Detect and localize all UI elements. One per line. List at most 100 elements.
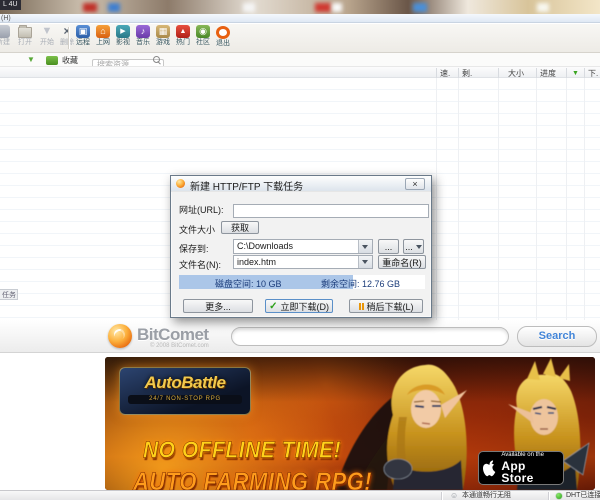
- column-size[interactable]: 大小: [508, 69, 524, 78]
- column-separator[interactable]: [584, 68, 585, 78]
- download-now-label: 立即下载(D): [280, 300, 329, 313]
- toolbar-label: 退出: [212, 40, 234, 48]
- more-button[interactable]: 更多...: [183, 299, 253, 313]
- column-download[interactable]: 下.: [588, 69, 598, 78]
- toolbar-label: 远程: [72, 39, 94, 47]
- url-field-wrap[interactable]: [233, 201, 429, 215]
- column-separator[interactable]: [536, 68, 537, 78]
- toolbar-label: 开始: [36, 39, 58, 47]
- collapsed-panel-tab[interactable]: 任务: [0, 289, 18, 300]
- ad-banner[interactable]: AutoBattle 24/7 NON-STOP RPG NO OFFLINE …: [105, 357, 595, 490]
- grid-line: [498, 78, 499, 320]
- toolbar-button-video[interactable]: ▶ 影视: [112, 25, 134, 47]
- autobattle-logo: AutoBattle 24/7 NON-STOP RPG: [119, 367, 251, 415]
- game-icon: ▦: [156, 25, 170, 38]
- dialog-title: 新建 HTTP/FTP 下载任务: [190, 178, 303, 193]
- favorites-icon[interactable]: [46, 56, 58, 65]
- app-store-badge[interactable]: Available on the App Store: [478, 451, 564, 485]
- toolbar-button-hot[interactable]: ▲ 热门: [172, 25, 194, 47]
- rename-button[interactable]: 重命名(R): [378, 255, 426, 269]
- search-icon[interactable]: [153, 56, 160, 63]
- status-separator: [441, 492, 443, 500]
- bitcomet-main-window: L 4U (H) 新建 打开 ▼ 开始 × 删除 ▣ 远程 ⌂ 上网: [0, 0, 600, 500]
- folder-history-button[interactable]: ...: [403, 239, 424, 254]
- saveto-combobox[interactable]: C:\Downloads: [233, 239, 373, 254]
- web-search-input[interactable]: [231, 327, 509, 346]
- column-progress[interactable]: 进度: [540, 69, 556, 78]
- remote-icon: ▣: [76, 25, 90, 38]
- web-search-box[interactable]: [231, 326, 509, 345]
- photo-block: [243, 3, 255, 12]
- search-button[interactable]: Search: [517, 326, 597, 347]
- column-separator[interactable]: [436, 68, 437, 78]
- dialog-bitcomet-icon: [176, 179, 185, 188]
- toolbar-label: 热门: [172, 39, 194, 47]
- toolbar-button-music[interactable]: ♪ 音乐: [132, 25, 154, 47]
- get-filesize-button[interactable]: 获取: [221, 221, 259, 234]
- column-separator[interactable]: [498, 68, 499, 78]
- menu-bar[interactable]: (H): [0, 14, 600, 23]
- grid-line: [584, 78, 585, 320]
- chevron-down-icon[interactable]: [358, 256, 372, 268]
- toolbar-button-game[interactable]: ▦ 游戏: [152, 25, 174, 47]
- toolbar-separator: [68, 27, 70, 49]
- video-icon: ▶: [116, 25, 130, 38]
- download-later-button[interactable]: 稍后下载(L): [349, 299, 423, 313]
- saveto-value: C:\Downloads: [237, 241, 293, 251]
- bitcomet-brand: BitComet: [137, 325, 209, 345]
- toolbar-button-open[interactable]: 打开: [14, 25, 36, 47]
- community-icon: ◉: [196, 25, 210, 38]
- menu-item-fragment[interactable]: (H): [1, 15, 11, 22]
- new-task-icon: [0, 25, 10, 38]
- column-separator[interactable]: [458, 68, 459, 78]
- dht-green-dot-icon: [556, 493, 562, 499]
- quick-search-box[interactable]: [92, 54, 164, 65]
- url-input[interactable]: [233, 204, 429, 218]
- apple-icon: [483, 459, 497, 477]
- disk-space-text: 磁盘空间: 10 GB: [215, 277, 282, 290]
- toolbar-label: 音乐: [132, 39, 154, 47]
- filename-combobox[interactable]: index.htm: [233, 255, 373, 269]
- exit-ring-icon: [216, 26, 230, 39]
- toolbar-label: 社区: [192, 39, 214, 47]
- download-arrow-icon[interactable]: ▼: [27, 56, 35, 64]
- toolbar-label: 打开: [14, 39, 36, 47]
- toolbar-button-home[interactable]: ⌂ 上网: [92, 25, 114, 47]
- photo-block: [537, 3, 549, 12]
- grid-line: [566, 78, 567, 320]
- new-task-dialog: 新建 HTTP/FTP 下载任务 × 网址(URL): 文件大小 获取 保存到:…: [170, 175, 432, 318]
- port-status-text: 本通道畅行无阻: [462, 491, 511, 500]
- dialog-title-bar[interactable]: 新建 HTTP/FTP 下载任务 ×: [171, 176, 431, 192]
- close-icon[interactable]: ×: [405, 178, 425, 190]
- free-space-text: 剩余空间: 12.76 GB: [321, 277, 400, 290]
- bitcomet-tagline: © 2008 BitComet.com: [150, 343, 209, 349]
- home-icon: ⌂: [96, 25, 110, 38]
- check-icon: ✓: [269, 301, 277, 312]
- task-list-header: 速. 剩. 大小 进度 ▼ 下.: [0, 66, 600, 78]
- filename-label: 文件名(N):: [179, 258, 221, 271]
- bitcomet-logo-icon: [108, 324, 132, 348]
- photo-block: [332, 3, 342, 12]
- toolbar-button-exit[interactable]: 退出: [212, 25, 234, 48]
- toolbar-label: 影视: [112, 39, 134, 47]
- download-now-button[interactable]: ✓ 立即下载(D): [265, 299, 333, 313]
- download-sort-icon[interactable]: ▼: [572, 69, 579, 78]
- column-separator[interactable]: [566, 68, 567, 78]
- ad-headline-2: AUTO FARMING RPG!: [133, 467, 372, 490]
- toolbar-button-remote[interactable]: ▣ 远程: [72, 25, 94, 47]
- toolbar-button-community[interactable]: ◉ 社区: [192, 25, 214, 47]
- chevron-down-icon[interactable]: [358, 240, 372, 253]
- column-remaining[interactable]: 剩.: [462, 69, 472, 78]
- filename-value: index.htm: [237, 257, 276, 267]
- toolbar-label: 新建: [0, 39, 14, 47]
- favorites-label[interactable]: 收藏: [62, 56, 78, 65]
- toolbar-button-new[interactable]: 新建: [0, 25, 14, 47]
- photo-block: [315, 3, 331, 12]
- folder-history-label: ...: [405, 242, 413, 252]
- column-speed[interactable]: 速.: [440, 69, 450, 78]
- window-title-fragment: L 4U: [0, 0, 21, 10]
- toolbar-button-start[interactable]: ▼ 开始: [36, 25, 58, 47]
- photo-block: [108, 3, 120, 12]
- browse-button[interactable]: ...: [378, 239, 399, 254]
- port-status-smiley-icon: ☺: [450, 491, 458, 500]
